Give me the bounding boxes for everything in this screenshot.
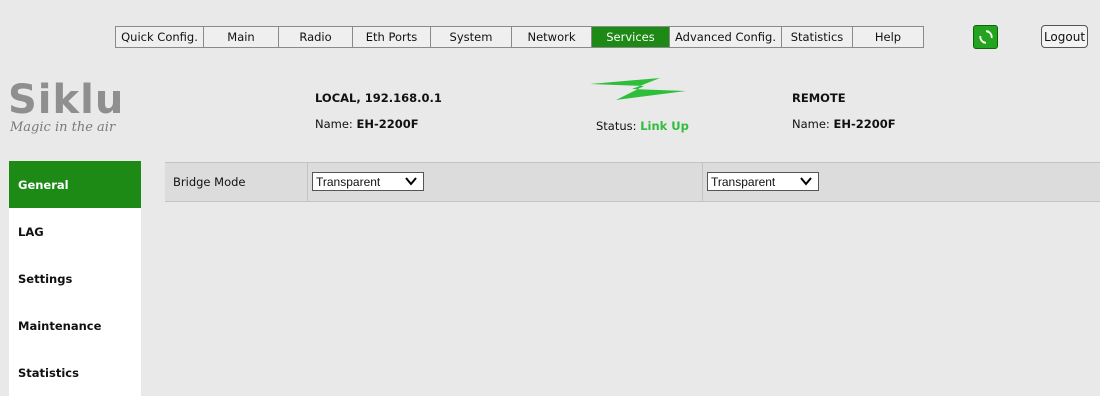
tab-help[interactable]: Help: [853, 27, 923, 47]
local-bridge-mode-select[interactable]: Transparent: [312, 172, 424, 191]
logout-button[interactable]: Logout: [1041, 25, 1088, 48]
sidebar-item-settings[interactable]: Settings: [9, 255, 141, 302]
logo-tagline: Magic in the air: [10, 120, 116, 135]
remote-name-value: EH-2200F: [833, 117, 896, 131]
top-nav: Quick Config. Main Radio Eth Ports Syste…: [115, 26, 924, 48]
sidebar-item-lag[interactable]: LAG: [9, 208, 141, 255]
column-divider: [307, 163, 308, 201]
remote-bridge-mode-value: Transparent: [711, 174, 776, 189]
bridge-mode-row: Bridge Mode Transparent Transparent: [165, 162, 1100, 202]
tab-eth-ports[interactable]: Eth Ports: [353, 27, 431, 47]
local-name-label: Name:: [315, 117, 353, 131]
remote-bridge-mode-select[interactable]: Transparent: [707, 172, 819, 191]
tab-quick-config[interactable]: Quick Config.: [116, 27, 204, 47]
siklu-logo: Siklu Magic in the air: [8, 80, 148, 150]
chevron-down-icon: [405, 177, 417, 186]
tab-network[interactable]: Network: [512, 27, 592, 47]
column-divider: [702, 163, 703, 201]
sidebar-item-general[interactable]: General: [9, 161, 141, 208]
sidebar-item-statistics[interactable]: Statistics: [9, 349, 141, 396]
bridge-mode-label: Bridge Mode: [173, 175, 246, 189]
refresh-button[interactable]: [973, 25, 998, 49]
tab-radio[interactable]: Radio: [279, 27, 353, 47]
tab-statistics[interactable]: Statistics: [782, 27, 853, 47]
remote-name-label: Name:: [792, 117, 830, 131]
tab-system[interactable]: System: [431, 27, 512, 47]
chevron-down-icon: [800, 177, 812, 186]
remote-device-name: Name: EH-2200F: [792, 117, 896, 131]
lightning-bolt-icon: [590, 78, 686, 100]
link-status: Status: Link Up: [596, 119, 689, 133]
local-bridge-mode-value: Transparent: [316, 174, 381, 189]
tab-advanced-config[interactable]: Advanced Config.: [670, 27, 782, 47]
tab-main[interactable]: Main: [204, 27, 279, 47]
local-name-value: EH-2200F: [356, 117, 419, 131]
refresh-icon: [978, 30, 993, 44]
tab-services[interactable]: Services: [592, 27, 670, 47]
remote-device-title: REMOTE: [792, 91, 846, 105]
local-device-title: LOCAL, 192.168.0.1: [315, 91, 442, 105]
logo-wordmark: Siklu: [8, 77, 125, 123]
link-status-label: Status:: [596, 119, 637, 133]
local-device-name: Name: EH-2200F: [315, 117, 419, 131]
sidebar-item-maintenance[interactable]: Maintenance: [9, 302, 141, 349]
link-status-value: Link Up: [640, 119, 689, 133]
